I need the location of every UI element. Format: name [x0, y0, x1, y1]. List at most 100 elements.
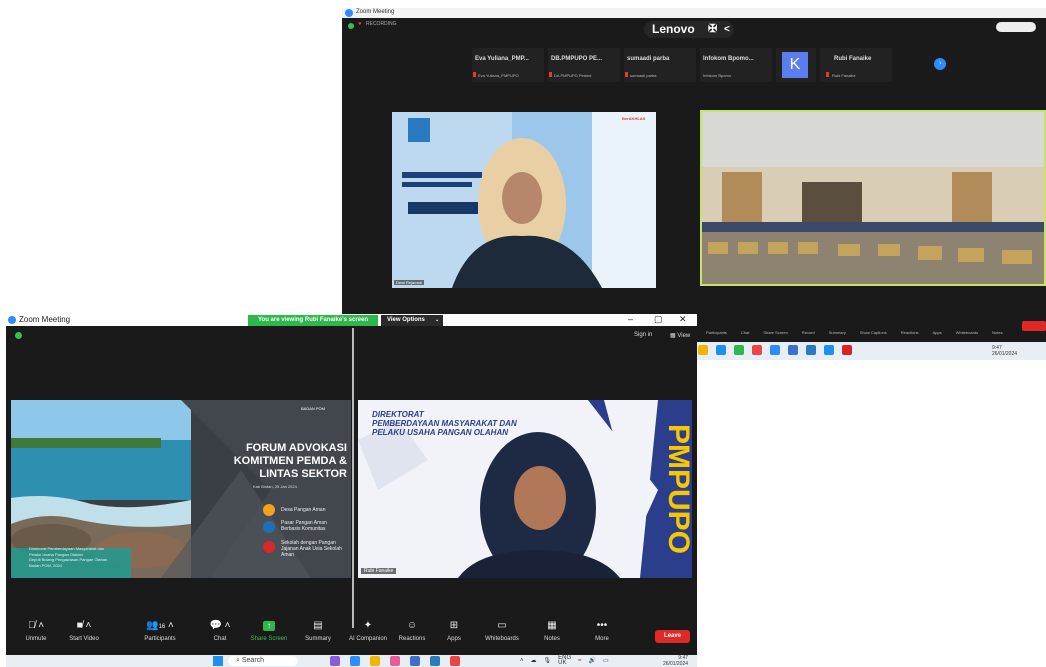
back-control-chat[interactable]: Chat: [741, 330, 749, 335]
security-shield-icon[interactable]: [348, 23, 354, 29]
search-label: Search: [241, 657, 265, 664]
back-control-whiteboards[interactable]: Whiteboards: [956, 330, 978, 335]
back-controls: Participants Chat Share Screen Record Su…: [706, 330, 1003, 335]
participant-name: DB.PMPUPO PE...: [551, 56, 603, 62]
participants-count: 16: [158, 624, 166, 630]
back-control-apps[interactable]: Apps: [933, 330, 942, 335]
front-window-title: Zoom Meeting: [19, 315, 71, 324]
participant-tile[interactable]: Rubi Fanaike Rubi Fanaike: [820, 48, 892, 82]
sign-in-link[interactable]: Sign in: [634, 332, 652, 338]
app-icon[interactable]: [390, 656, 400, 666]
app-icon[interactable]: [842, 345, 852, 355]
folder-icon[interactable]: [370, 656, 380, 666]
slide-bullet: Pasar Pangan Aman Berbasis Komunitas: [281, 520, 327, 532]
battery-icon[interactable]: ▭: [603, 656, 609, 666]
back-control-notes[interactable]: Notes: [992, 330, 1002, 335]
participant-label: Eva Yuliana_PMPUPO: [478, 73, 519, 78]
close-icon[interactable]: ✕: [679, 314, 687, 325]
cloud-icon[interactable]: ☁: [531, 656, 537, 666]
app-icon[interactable]: [806, 345, 816, 355]
view-button[interactable]: ▦ View: [670, 332, 690, 339]
lang-sub-label: UK: [558, 660, 567, 666]
speaker-name-tag: Rubi Fanaike: [361, 568, 397, 574]
participant-tile[interactable]: sumaadi parba sumaadi parba: [624, 48, 696, 82]
avatar: K: [782, 52, 808, 78]
lenovo-brand-bar: Lenovo ✠ <: [644, 21, 734, 38]
participant-tile[interactable]: Infokom Bpomo... Infokom Bpomo: [700, 48, 772, 82]
mic-icon[interactable]: 🎙: [544, 656, 552, 666]
view-pill[interactable]: [996, 22, 1036, 32]
back-control-summary[interactable]: Summary: [829, 330, 846, 335]
view-options-label: View Options: [387, 317, 425, 323]
participant-tile-k[interactable]: K: [776, 48, 816, 82]
participant-tile[interactable]: Eva Yuliana_PMP... Eva Yuliana_PMPUPO: [472, 48, 544, 82]
slide-footer-line: Direktorat Pemberdayaan Masyarakat dan: [29, 546, 105, 551]
chevron-left-icon[interactable]: <: [724, 21, 730, 38]
front-zoom-window: Zoom Meeting – ▢ ✕ You are viewing Rubi …: [6, 314, 697, 667]
muted-mic-icon: [473, 72, 476, 77]
back-date: 26/01/2024: [992, 351, 1018, 357]
back-control-record[interactable]: Record: [802, 330, 815, 335]
view-label: View: [677, 333, 691, 339]
taskbar-clock[interactable]: 9:47 26/01/2024: [663, 655, 688, 667]
app-icon[interactable]: [824, 345, 834, 355]
participant-name: sumaadi parba: [627, 56, 670, 62]
edge-icon[interactable]: [430, 656, 440, 666]
app-icon[interactable]: [734, 345, 744, 355]
app-icon[interactable]: [752, 345, 762, 355]
chevron-up-icon[interactable]: ˄: [520, 656, 524, 666]
start-video-button[interactable]: ■̸ ˄ Start Video: [54, 620, 114, 642]
participant-name: Rubi Fanaike: [834, 56, 872, 62]
security-shield-icon[interactable]: [15, 332, 22, 339]
search-icon: ⌕: [236, 657, 240, 664]
back-leave-button[interactable]: [1022, 321, 1046, 331]
video-heading: DIREKTORAT PEMBERDAYAAN MASYARAKAT DAN P…: [372, 410, 517, 437]
participant-tile[interactable]: DB.PMPUPO PE... DA PMPUPO Pinbed: [548, 48, 620, 82]
minimize-icon[interactable]: –: [628, 314, 633, 324]
folder-icon[interactable]: [698, 345, 708, 355]
language-indicator[interactable]: ENG UK: [558, 655, 571, 666]
participant-label: Infokom Bpomo: [703, 73, 732, 78]
view-options-button[interactable]: View Options ⌄: [381, 315, 443, 326]
video-dewi-frame: [392, 112, 656, 288]
lenovo-label: Lenovo: [652, 22, 695, 36]
participant-label: Rubi Fanaike: [832, 73, 856, 78]
chevron-down-icon: ⌄: [435, 317, 440, 323]
app-icon[interactable]: [716, 345, 726, 355]
bullet-icon: [263, 541, 275, 553]
system-tray: ˄ ☁ 🎙 ENG UK ≈ 🔊 ▭: [520, 655, 609, 666]
shared-slide: BADAN POM FORUM ADVOKASI KOMITMEN PEMDA …: [11, 400, 351, 578]
slide-footer-line: Deputi Bidang Pengawasan Pangan Olahan: [29, 557, 108, 562]
slide-footer: Direktorat Pemberdayaan Masyarakat dan P…: [29, 546, 107, 568]
app-icon[interactable]: [410, 656, 420, 666]
app-icon[interactable]: [788, 345, 798, 355]
app-icon[interactable]: [330, 656, 340, 666]
back-control-reactions[interactable]: Reactions: [901, 330, 919, 335]
taskbar-search[interactable]: ⌕ Search: [228, 656, 298, 666]
chrome-icon[interactable]: [450, 656, 460, 666]
back-control-captions[interactable]: Show Captions: [860, 330, 887, 335]
participant-name: Eva Yuliana_PMP...: [475, 56, 529, 62]
back-control-participants[interactable]: Participants: [706, 330, 727, 335]
video-meeting-room[interactable]: [700, 110, 1046, 286]
view-grid-icon: ▦: [670, 333, 676, 339]
next-page-icon[interactable]: ›: [934, 58, 946, 70]
shield-icon: ✠: [708, 23, 718, 35]
more-button[interactable]: ••• More: [572, 620, 632, 642]
maximize-icon[interactable]: ▢: [654, 314, 663, 325]
speaker-icon[interactable]: 🔊: [588, 656, 595, 666]
split-divider[interactable]: [352, 328, 354, 628]
zoom-icon[interactable]: [350, 656, 360, 666]
speaker-video[interactable]: DIREKTORAT PEMBERDAYAAN MASYARAKAT DAN P…: [358, 400, 692, 578]
participants-button[interactable]: 👥16 ˄ Participants: [130, 620, 190, 642]
wifi-icon[interactable]: ≈: [578, 656, 581, 666]
heading-line: DIREKTORAT: [372, 410, 424, 419]
berakhlak-badge: BerAKHLAK: [622, 116, 646, 121]
bullet-icon: [263, 521, 275, 533]
zoom-icon[interactable]: [770, 345, 780, 355]
slide-footer-line: Pelaku Usaha Pangan Olahan: [29, 551, 83, 557]
back-control-share[interactable]: Share Screen: [763, 330, 787, 335]
leave-button[interactable]: Leave: [655, 630, 690, 643]
video-dewi[interactable]: BerAKHLAK Dewi Rejamati: [392, 112, 656, 288]
windows-start-icon[interactable]: [213, 656, 223, 666]
